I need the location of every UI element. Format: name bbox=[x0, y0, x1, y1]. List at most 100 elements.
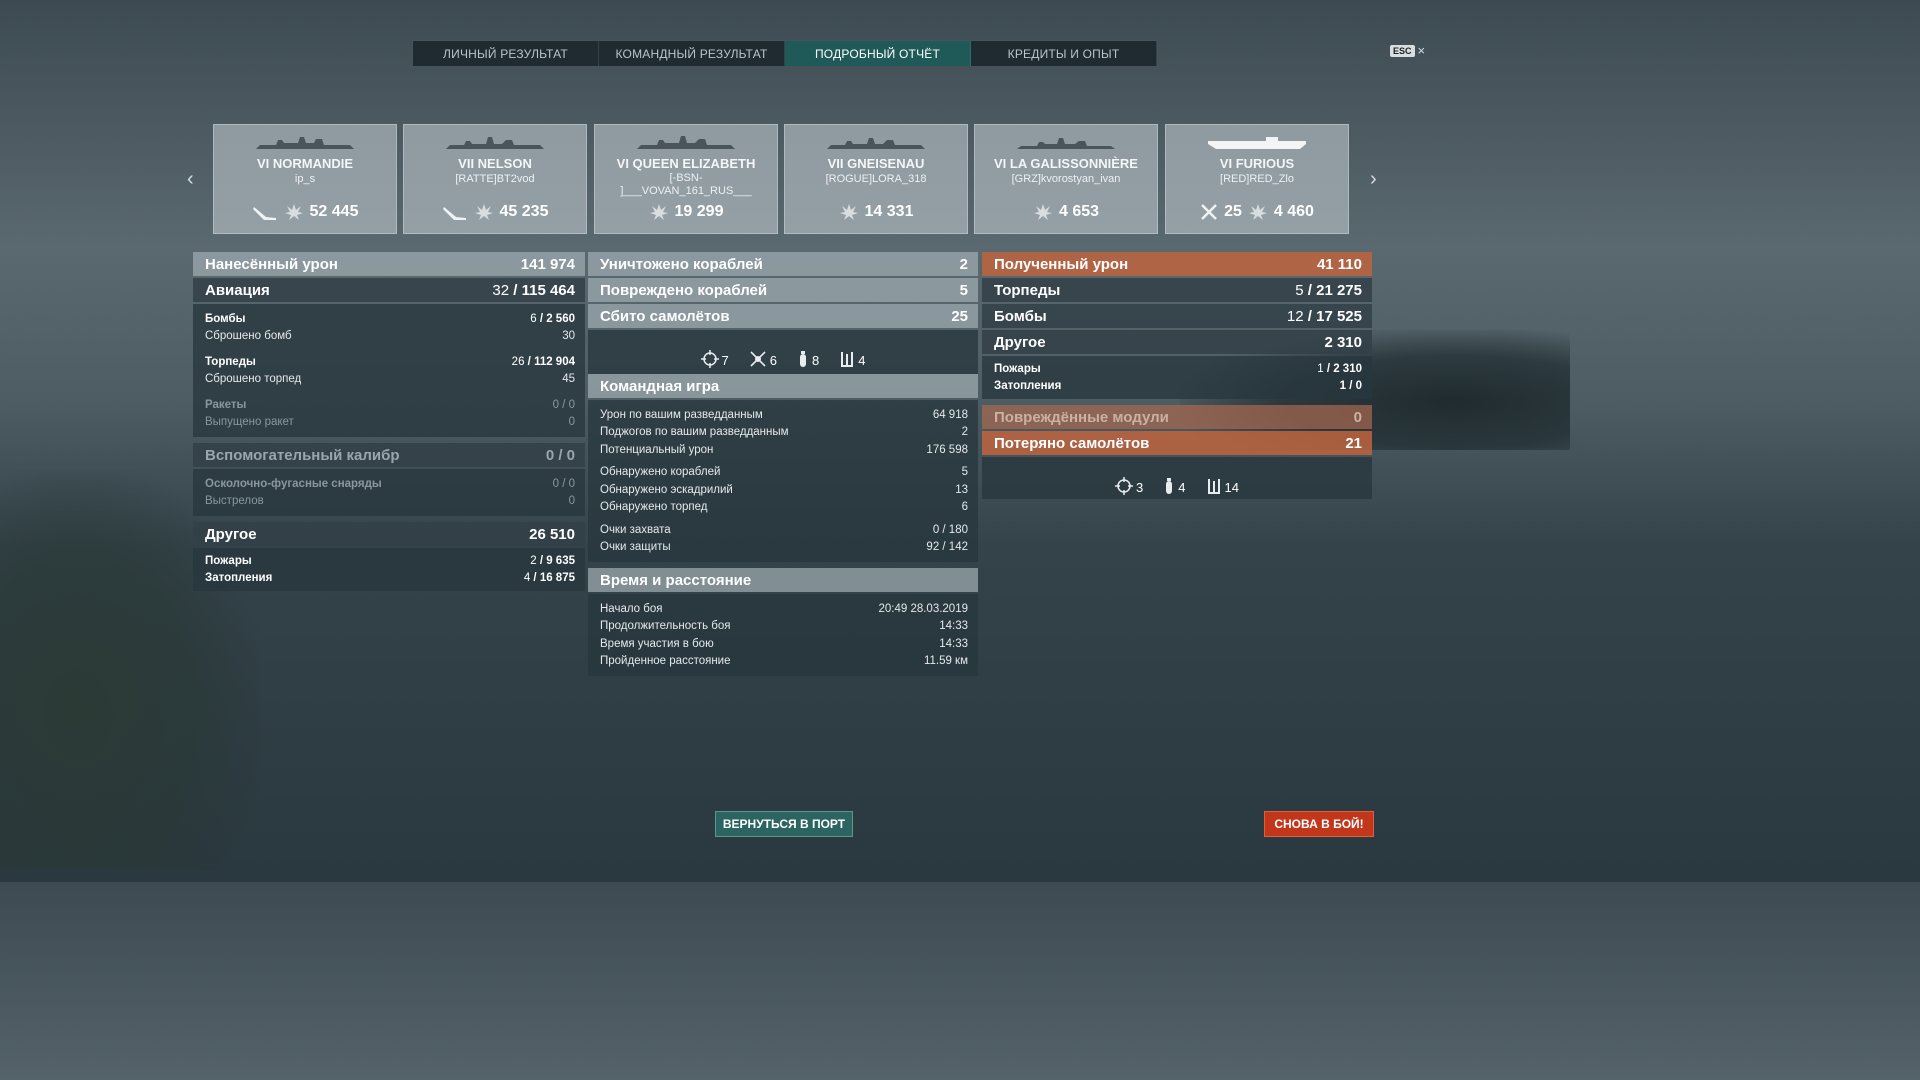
time-distance-header: Время и расстояние bbox=[588, 568, 978, 592]
battle-duration-row: Продолжительность боя 14:33 bbox=[600, 618, 968, 636]
ship-name: VI LA GALISSONNIÈRE bbox=[994, 156, 1138, 171]
damage-burst-icon bbox=[474, 204, 493, 220]
aviation-details: Бомбы 6 / 2 560 Сброшено бомб 30 Торпеды 26… bbox=[193, 304, 585, 437]
battleship-silhouette-icon bbox=[637, 136, 735, 149]
floods-label: Затопления bbox=[205, 572, 273, 585]
planes-shot-value: 25 bbox=[1224, 203, 1242, 220]
ship-card[interactable]: VII GNEISENAU [ROGUE]LORA_318 14 331 bbox=[784, 124, 968, 234]
tab-detailed-report[interactable]: ПОДРОБНЫЙ ОТЧЁТ bbox=[785, 41, 971, 66]
aviation-label: Авиация bbox=[205, 281, 270, 299]
stat-value: 92 / 142 bbox=[926, 541, 968, 554]
esc-close-button[interactable]: ESC × bbox=[1390, 43, 1425, 58]
aviation-value: 115 464 bbox=[521, 281, 575, 299]
damage-dealt-header: Нанесённый урон 141 974 bbox=[193, 252, 585, 276]
bombs-row: Бомбы 6 / 2 560 bbox=[205, 312, 575, 325]
battle-again-button[interactable]: СНОВА В БОЙ! bbox=[1264, 811, 1374, 837]
torpedoes-dropped-value: 45 bbox=[562, 373, 575, 386]
secondary-label: Вспомогательный калибр bbox=[205, 446, 400, 464]
stat-label: Начало боя bbox=[600, 602, 663, 615]
torpedoes-row: Торпеды 26 / 112 904 bbox=[205, 355, 575, 368]
capture-points-row: Очки захвата 0 / 180 bbox=[600, 521, 968, 539]
rockets-fired-row: Выпущено ракет 0 bbox=[205, 414, 575, 432]
stat-label: Очки защиты bbox=[600, 541, 671, 554]
torpedo-bomber-count: 4 bbox=[858, 353, 866, 368]
carrier-silhouette-icon bbox=[1208, 137, 1306, 149]
torpedoes-dropped-row: Сброшено торпед 45 bbox=[205, 371, 575, 389]
stat-label: Продолжительность боя bbox=[600, 620, 731, 633]
ships-damaged-label: Повреждено кораблей bbox=[600, 281, 768, 299]
team-stats-panel: Уничтожено кораблей 2 Повреждено корабле… bbox=[588, 252, 978, 676]
ship-card[interactable]: VII NELSON [RATTE]BT2vod 45 235 bbox=[403, 124, 587, 234]
stat-label: Урон по вашим разведданным bbox=[600, 408, 763, 421]
ship-card[interactable]: VI FURIOUS [RED]RED_Zlo 25 4 460 bbox=[1165, 124, 1349, 234]
cruiser-silhouette-icon bbox=[1017, 138, 1115, 149]
received-floods-value: 1 / 0 bbox=[1339, 380, 1362, 393]
damage-received-label: Полученный урон bbox=[994, 255, 1129, 273]
bombs-dropped-label: Сброшено бомб bbox=[205, 330, 292, 343]
damage-burst-icon bbox=[649, 204, 668, 220]
he-shells-label: Осколочно-фугасные снаряды bbox=[205, 477, 382, 490]
stat-value: 5 bbox=[961, 466, 968, 479]
damage-dealt-label: Нанесённый урон bbox=[205, 255, 338, 273]
received-other-header: Другое 2 310 bbox=[982, 330, 1372, 354]
planes-lost-header: Потеряно самолётов 21 bbox=[982, 431, 1372, 455]
ships-spotted-row: Обнаружено кораблей 5 bbox=[600, 464, 968, 482]
tab-personal-result[interactable]: ЛИЧНЫЙ РЕЗУЛЬТАТ bbox=[413, 41, 599, 66]
bombs-label: Бомбы bbox=[205, 312, 246, 325]
player-name: [GRZ]kvorostyan_ivan bbox=[1011, 173, 1121, 185]
floods-value: 16 875 bbox=[539, 572, 575, 585]
he-shells-row: Осколочно-фугасные снаряды 0 / 0 bbox=[205, 475, 575, 493]
tab-team-result[interactable]: КОМАНДНЫЙ РЕЗУЛЬТАТ bbox=[599, 41, 785, 66]
ship-name: VI FURIOUS bbox=[1219, 156, 1295, 171]
received-fires-value: 2 310 bbox=[1333, 362, 1362, 375]
stat-value: 64 918 bbox=[932, 408, 968, 421]
stat-label: Время участия в бою bbox=[600, 637, 714, 650]
planes-shot-breakdown: 7 6 8 4 bbox=[588, 330, 978, 374]
player-name: [ROGUE]LORA_318 bbox=[825, 173, 927, 185]
stat-label: Обнаружено эскадрилий bbox=[600, 483, 733, 496]
stat-value: 14:33 bbox=[939, 637, 968, 650]
chevron-left-icon[interactable]: ‹ bbox=[187, 168, 194, 191]
chevron-right-icon[interactable]: › bbox=[1370, 168, 1377, 191]
torpedo-icon bbox=[1207, 479, 1220, 494]
stat-label: Обнаружено кораблей bbox=[600, 466, 721, 479]
squadrons-spotted-row: Обнаружено эскадрилий 13 bbox=[600, 481, 968, 499]
stat-value: 20:49 28.03.2019 bbox=[878, 602, 968, 615]
torpedoes-spotted-row: Обнаружено торпед 6 bbox=[600, 499, 968, 517]
bombs-dropped-row: Сброшено бомб 30 bbox=[205, 328, 575, 346]
other-details: Пожары 2 / 9 635 Затопления 4 / 16 875 bbox=[193, 548, 585, 591]
battleship-silhouette-icon bbox=[256, 137, 354, 149]
spotting-damage-row: Урон по вашим разведданным 64 918 bbox=[600, 406, 968, 424]
tab-credits-xp[interactable]: КРЕДИТЫ И ОПЫТ bbox=[971, 41, 1157, 66]
return-to-port-button[interactable]: ВЕРНУТЬСЯ В ПОРТ bbox=[715, 811, 853, 837]
received-torpedoes-label: Торпеды bbox=[994, 281, 1061, 299]
time-distance-details: Начало боя 20:49 28.03.2019 Продолжительн… bbox=[588, 594, 978, 676]
stat-value: 14:33 bbox=[939, 620, 968, 633]
ship-card[interactable]: VI QUEEN ELIZABETH [-BSN- ]___VOVAN_161_… bbox=[594, 124, 778, 234]
time-distance-label: Время и расстояние bbox=[600, 571, 752, 589]
shots-label: Выстрелов bbox=[205, 495, 264, 508]
ship-card[interactable]: VI LA GALISSONNIÈRE [GRZ]kvorostyan_ivan… bbox=[974, 124, 1158, 234]
player-name: [RATTE]BT2vod bbox=[455, 173, 535, 185]
damage-burst-icon bbox=[284, 204, 303, 220]
floods-hits: 4 bbox=[523, 572, 531, 585]
received-torpedoes-header: Торпеды 5 / 21 275 bbox=[982, 278, 1372, 302]
received-bombs-hits: 12 bbox=[1286, 307, 1304, 325]
torpedoes-dropped-label: Сброшено торпед bbox=[205, 373, 302, 386]
received-floods-row: Затопления 1 / 0 bbox=[994, 378, 1362, 396]
player-name-line-2: ]___VOVAN_161_RUS___ bbox=[620, 185, 752, 197]
stat-label: Поджогов по вашим разведданным bbox=[600, 426, 789, 439]
ships-destroyed-value: 2 bbox=[959, 255, 968, 273]
ship-card[interactable]: VI NORMANDIE ip_s 52 445 bbox=[213, 124, 397, 234]
bombs-hits: 6 bbox=[530, 312, 537, 325]
planes-lost-value: 21 bbox=[1345, 434, 1362, 452]
torpedoes-value: 112 904 bbox=[534, 355, 575, 368]
planes-shot-value: 25 bbox=[951, 307, 968, 325]
lost-fighter-stat: 3 bbox=[1115, 477, 1143, 495]
ships-destroyed-label: Уничтожено кораблей bbox=[600, 255, 763, 273]
stat-value: 13 bbox=[955, 483, 968, 496]
torpedoes-label: Торпеды bbox=[205, 355, 256, 368]
battleship-silhouette-icon bbox=[827, 138, 925, 149]
damage-value: 19 299 bbox=[674, 203, 724, 220]
received-torpedoes-hits: 5 bbox=[1295, 281, 1304, 299]
